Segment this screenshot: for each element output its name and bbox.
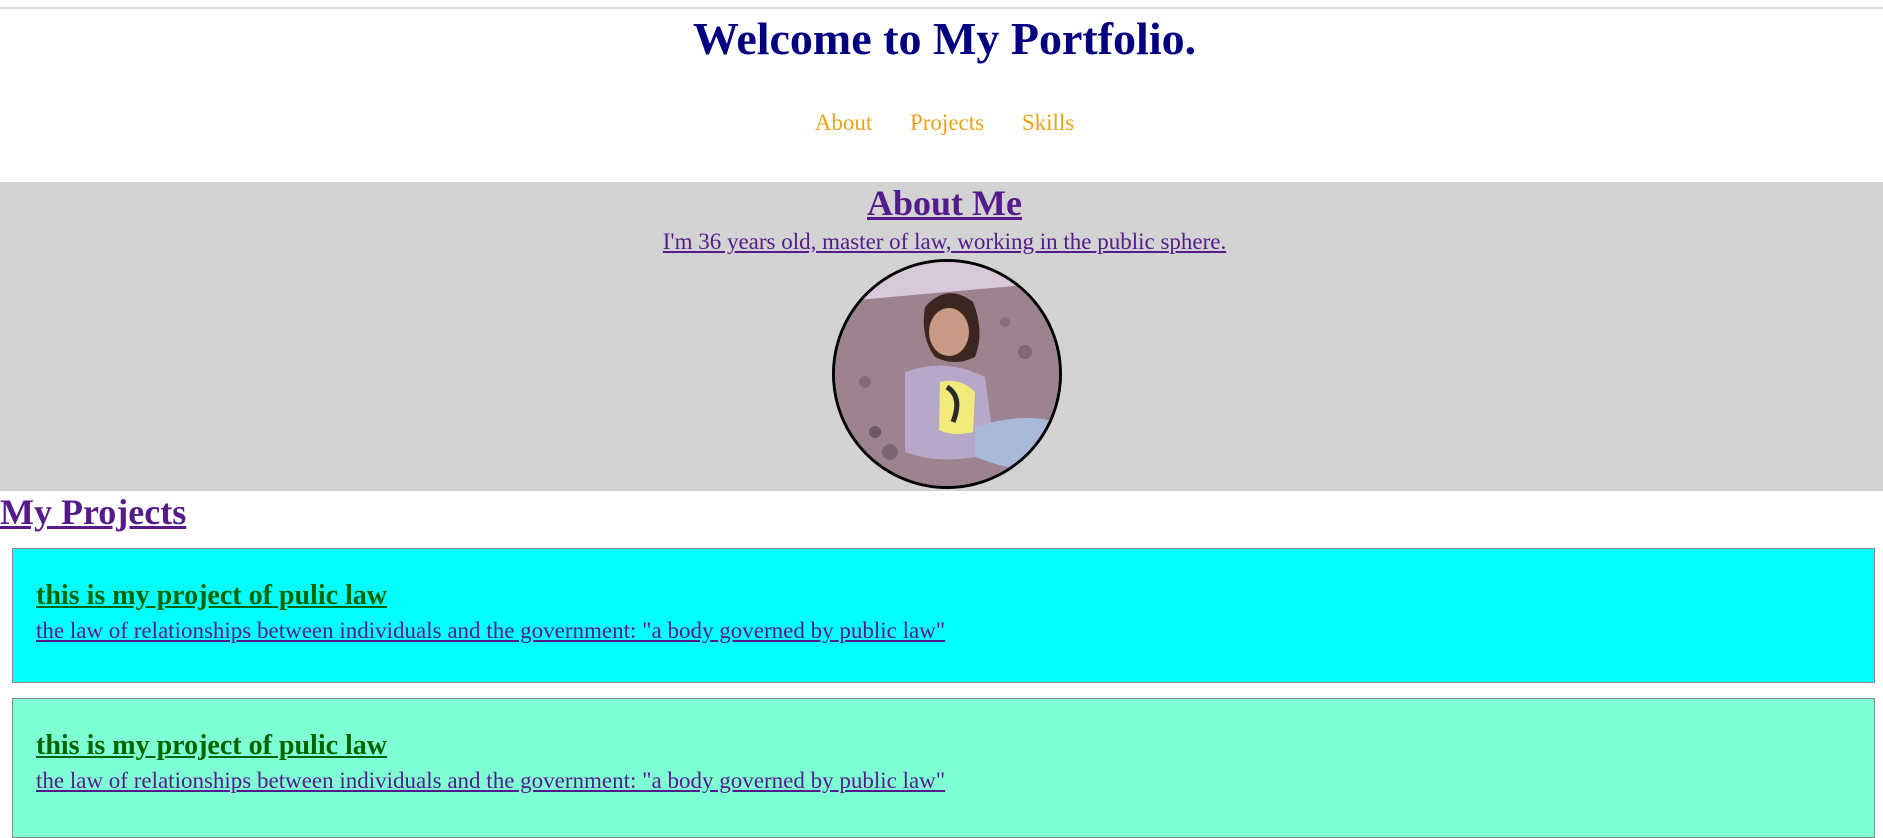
page-title: Welcome to My Portfolio. <box>692 13 1197 64</box>
about-description[interactable]: I'm 36 years old, master of law, working… <box>0 227 1883 257</box>
top-divider <box>0 7 1883 9</box>
nav-link-skills[interactable]: Skills <box>1022 110 1074 135</box>
project-description[interactable]: the law of relationships between individ… <box>36 767 945 795</box>
project-description[interactable]: the law of relationships between individ… <box>36 617 945 645</box>
about-section: About Me I'm 36 years old, master of law… <box>0 182 1883 491</box>
project-title[interactable]: this is my project of pulic law <box>36 579 387 613</box>
main-nav: About Projects Skills <box>0 108 1883 138</box>
project-card: this is my project of pulic law the law … <box>12 548 1875 683</box>
projects-heading[interactable]: My Projects <box>0 490 186 534</box>
nav-link-about[interactable]: About <box>815 110 873 135</box>
about-heading[interactable]: About Me <box>0 182 1883 224</box>
project-card: this is my project of pulic law the law … <box>12 698 1875 838</box>
profile-photo <box>832 259 1062 489</box>
project-title[interactable]: this is my project of pulic law <box>36 729 387 763</box>
nav-link-projects[interactable]: Projects <box>910 110 984 135</box>
profile-photo-image <box>835 262 1059 486</box>
